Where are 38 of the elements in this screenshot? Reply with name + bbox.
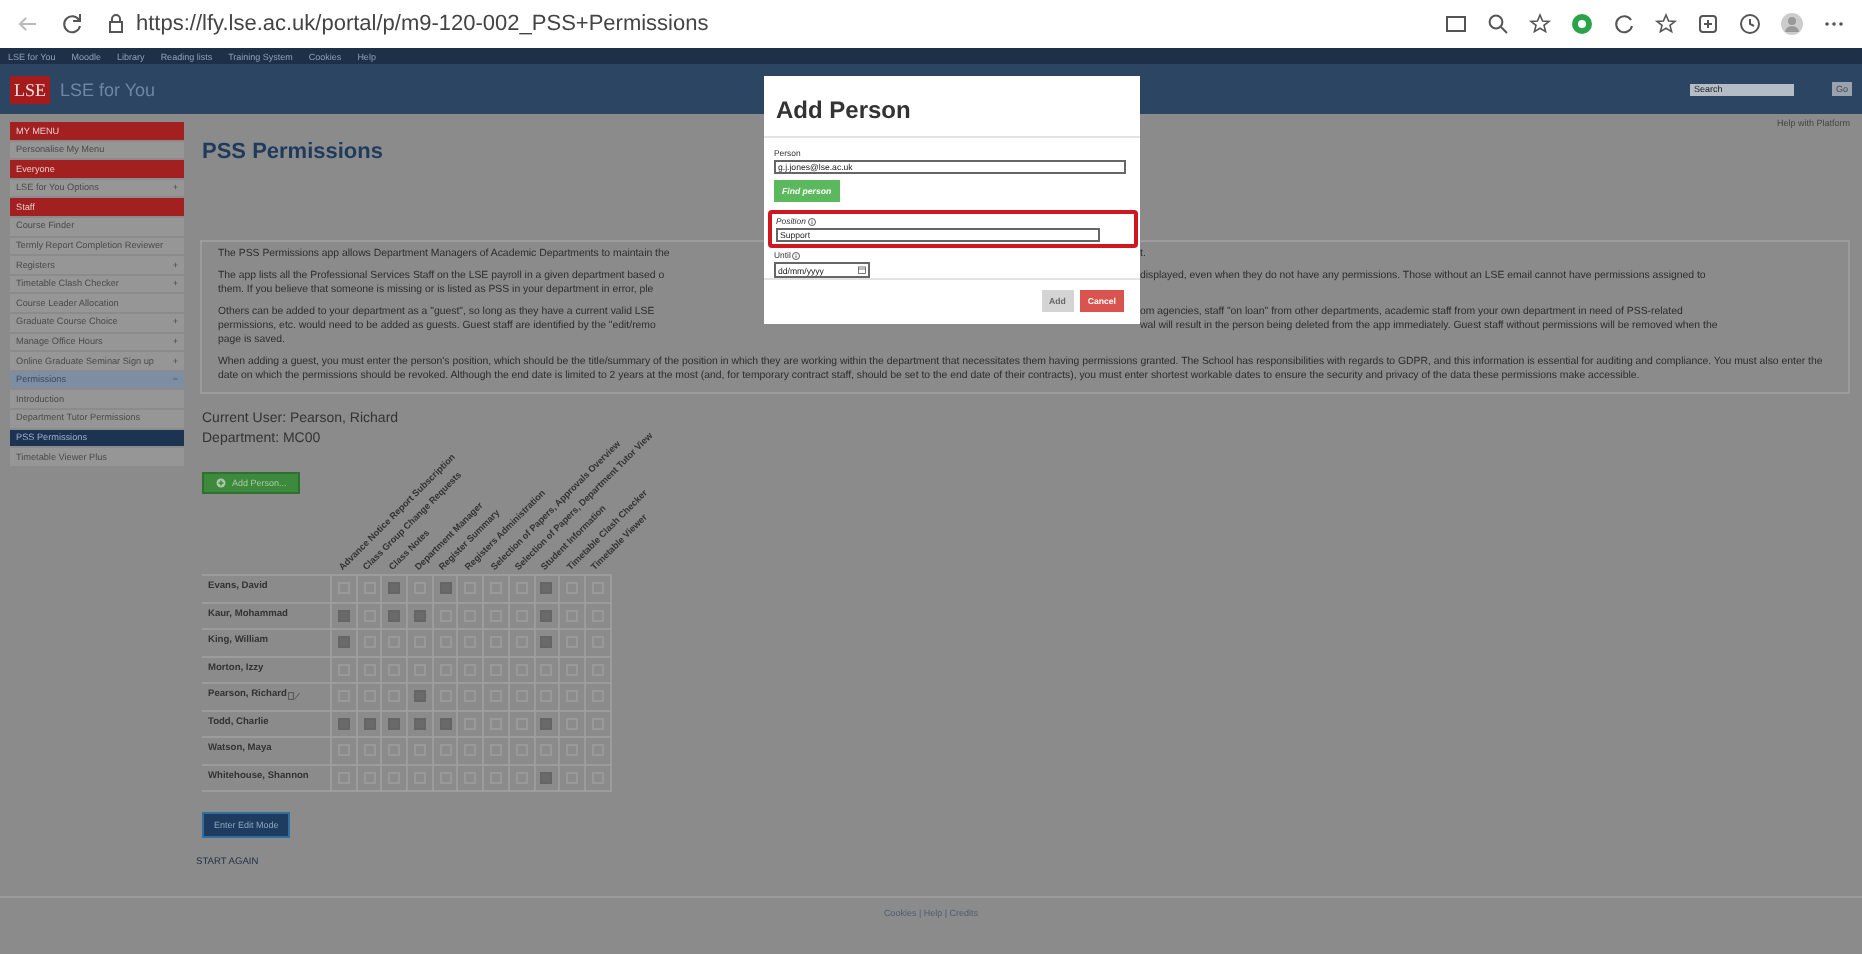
back-icon[interactable]: [16, 12, 40, 36]
permission-checkbox[interactable]: [337, 609, 350, 622]
permission-checkbox[interactable]: [388, 609, 401, 622]
page-title: PSS Permissions: [202, 140, 383, 164]
refresh-icon[interactable]: [1612, 12, 1636, 36]
permission-checkbox[interactable]: [413, 690, 426, 703]
permission-checkbox[interactable]: [439, 582, 452, 595]
favorites-icon[interactable]: [1654, 12, 1678, 36]
permission-checkbox[interactable]: [540, 582, 553, 595]
permission-checkbox[interactable]: [388, 582, 401, 595]
logo[interactable]: LSE: [10, 75, 51, 103]
calendar-icon[interactable]: [858, 266, 866, 274]
reload-icon[interactable]: [60, 12, 84, 36]
permission-checkbox[interactable]: [337, 636, 350, 649]
permission-checkbox[interactable]: [540, 609, 553, 622]
permission-checkbox[interactable]: [413, 609, 426, 622]
star-icon[interactable]: [1528, 12, 1552, 36]
permission-checkbox[interactable]: [540, 771, 553, 784]
dialog-title: Add Person: [764, 76, 1140, 138]
screen-icon[interactable]: [1444, 12, 1468, 36]
permission-checkbox[interactable]: [540, 636, 553, 649]
permission-checkbox[interactable]: [363, 717, 376, 730]
info-icon[interactable]: [792, 251, 801, 259]
permission-checkbox[interactable]: [540, 717, 553, 730]
avatar-icon[interactable]: [1780, 12, 1804, 36]
edit-icon[interactable]: [288, 692, 301, 701]
zoom-icon[interactable]: [1486, 12, 1510, 36]
info-icon[interactable]: [807, 217, 816, 225]
permission-checkbox[interactable]: [388, 717, 401, 730]
history-icon[interactable]: [1738, 12, 1762, 36]
extension-icon[interactable]: [1570, 12, 1594, 36]
site-title: LSE for You: [60, 79, 158, 99]
permission-checkbox[interactable]: [337, 717, 350, 730]
permission-checkbox[interactable]: [439, 717, 452, 730]
collections-icon[interactable]: [1696, 12, 1720, 36]
permission-checkbox[interactable]: [413, 717, 426, 730]
plus-icon: [216, 478, 226, 488]
lock-icon: [104, 12, 128, 36]
